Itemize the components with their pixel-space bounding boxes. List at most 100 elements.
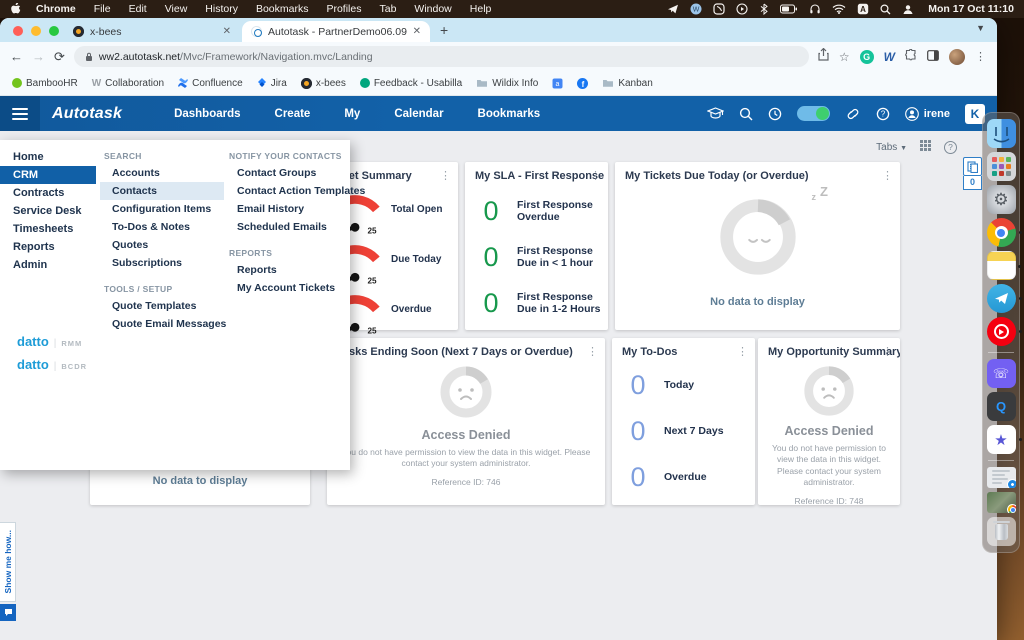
recent-items-clock-icon[interactable]	[768, 107, 782, 121]
tab-search-chevron-icon[interactable]: ▼	[976, 23, 985, 33]
menu-history[interactable]: History	[196, 3, 247, 15]
fast-user-switch-status-icon[interactable]	[902, 4, 914, 15]
menu-item-service-desk[interactable]: Service Desk	[0, 202, 96, 220]
tab-close-icon[interactable]: ✕	[413, 26, 421, 37]
input-source-status-icon[interactable]: A	[857, 3, 869, 15]
bookmark-star-icon[interactable]: ☆	[839, 50, 850, 64]
user-menu[interactable]: irene	[905, 107, 950, 121]
widget-menu-icon[interactable]: ⋮	[882, 345, 893, 358]
bookmark-facebook[interactable]: f	[577, 78, 588, 89]
datto-rmm-link[interactable]: datto | RMM	[17, 334, 87, 349]
dashboard-grid-icon[interactable]	[920, 140, 931, 154]
apple-icon[interactable]	[10, 3, 21, 15]
minimized-window-chrome[interactable]	[987, 492, 1016, 513]
bookmark-collaboration[interactable]: WCollaboration	[92, 78, 164, 89]
bookmark-translate[interactable]: a	[552, 78, 563, 89]
window-minimize-button[interactable]	[31, 26, 41, 36]
menu-bookmarks[interactable]: Bookmarks	[247, 3, 318, 15]
wikipedia-status-icon[interactable]: W	[690, 3, 702, 15]
stat-row[interactable]: 0 Today	[612, 362, 755, 408]
main-menu-hamburger[interactable]	[0, 96, 40, 131]
menu-item-contact-groups[interactable]: Contact Groups	[225, 164, 349, 182]
telegram-dock-icon[interactable]	[987, 284, 1016, 313]
menu-item-home[interactable]: Home	[0, 148, 96, 166]
browser-menu-icon[interactable]: ⋮	[975, 50, 987, 63]
system-settings-dock-icon[interactable]: ⚙	[987, 185, 1016, 214]
menu-item-reports[interactable]: Reports	[0, 238, 96, 256]
menu-item-contacts[interactable]: Contacts	[100, 182, 224, 200]
spotlight-status-icon[interactable]	[880, 4, 891, 15]
search-icon[interactable]	[739, 107, 753, 121]
telegram-status-icon[interactable]	[667, 3, 679, 15]
youtube-music-dock-icon[interactable]	[987, 317, 1016, 346]
menu-item-email-history[interactable]: Email History	[225, 200, 349, 218]
extensions-puzzle-icon[interactable]	[905, 48, 917, 66]
profile-avatar[interactable]	[949, 49, 965, 65]
menubar-clock[interactable]: Mon 17 Oct 11:10	[928, 3, 1014, 15]
menu-item-todos-notes[interactable]: To-Dos & Notes	[100, 218, 224, 236]
window-zoom-button[interactable]	[49, 26, 59, 36]
new-tab-button[interactable]: +	[440, 22, 448, 38]
menu-edit[interactable]: Edit	[120, 3, 156, 15]
minimized-tray[interactable]: 0	[963, 157, 982, 190]
help-icon[interactable]: ?	[876, 107, 890, 121]
menu-item-contracts[interactable]: Contracts	[0, 184, 96, 202]
nav-create[interactable]: Create	[275, 108, 311, 120]
bookmark-folder-wildix-info[interactable]: Wildix Info	[476, 78, 538, 89]
wildix-extension-icon[interactable]: W	[884, 50, 895, 64]
menu-profiles[interactable]: Profiles	[317, 3, 370, 15]
widget-menu-icon[interactable]: ⋮	[882, 169, 893, 182]
menu-item-crm[interactable]: CRM	[0, 166, 96, 184]
headphones-status-icon[interactable]	[809, 3, 821, 15]
address-bar[interactable]: ww2.autotask.net/Mvc/Framework/Navigatio…	[74, 46, 809, 67]
widget-menu-icon[interactable]: ⋮	[587, 345, 598, 358]
stat-row[interactable]: 0 First Response Overdue	[465, 188, 608, 234]
bookmark-usabilla[interactable]: Feedback - Usabilla	[360, 78, 462, 89]
menu-file[interactable]: File	[85, 3, 120, 15]
menu-item-contact-action-templates[interactable]: Contact Action Templates	[225, 182, 349, 200]
bookmark-x-bees[interactable]: x-bees	[301, 78, 346, 89]
share-icon[interactable]	[818, 48, 829, 66]
bluetooth-status-icon[interactable]	[759, 3, 769, 15]
autotask-logo[interactable]: Autotask	[52, 105, 122, 123]
grammarly-extension-icon[interactable]: G	[860, 50, 874, 64]
menu-item-configuration-items[interactable]: Configuration Items	[100, 200, 224, 218]
dashboard-help-icon[interactable]: ?	[944, 141, 957, 154]
dashboard-tabs-dropdown[interactable]: Tabs ▼	[876, 142, 907, 153]
tab-autotask[interactable]: Autotask - PartnerDemo06.09 ✕	[242, 21, 430, 42]
reload-button[interactable]: ⟳	[54, 49, 65, 65]
tray-document-icon[interactable]	[963, 157, 982, 176]
menu-item-accounts[interactable]: Accounts	[100, 164, 224, 182]
menu-item-scheduled-emails[interactable]: Scheduled Emails	[225, 218, 349, 236]
menu-view[interactable]: View	[156, 3, 197, 15]
play-status-icon[interactable]	[736, 3, 748, 15]
menubar-app-name[interactable]: Chrome	[27, 3, 85, 15]
menu-item-quote-email-messages[interactable]: Quote Email Messages	[100, 315, 224, 333]
bookmark-jira[interactable]: Jira	[257, 78, 287, 89]
wifi-status-icon[interactable]	[832, 4, 846, 14]
chrome-dock-icon[interactable]	[987, 218, 1016, 247]
menu-tab[interactable]: Tab	[370, 3, 405, 15]
datto-bcdr-link[interactable]: datto | BCDR	[17, 357, 87, 372]
learning-graduation-cap-icon[interactable]	[707, 107, 724, 120]
link-icon[interactable]	[845, 108, 861, 120]
menu-item-quotes[interactable]: Quotes	[100, 236, 224, 254]
forward-button[interactable]: →	[32, 49, 45, 64]
menu-item-timesheets[interactable]: Timesheets	[0, 220, 96, 238]
widget-menu-icon[interactable]: ⋮	[440, 169, 451, 182]
widget-menu-icon[interactable]: ⋮	[737, 345, 748, 358]
viber-status-icon[interactable]	[713, 3, 725, 15]
stat-row[interactable]: 0 Overdue	[612, 454, 755, 500]
menu-help[interactable]: Help	[461, 3, 501, 15]
viber-dock-icon[interactable]: ☏	[987, 359, 1016, 388]
show-me-how-chat-icon[interactable]	[0, 604, 16, 621]
finder-dock-icon[interactable]	[987, 119, 1016, 148]
show-me-how-tab[interactable]: Show me how...	[0, 522, 16, 602]
tab-close-icon[interactable]: ✕	[223, 26, 231, 37]
nav-dashboards[interactable]: Dashboards	[174, 108, 240, 120]
bookmark-bamboohr[interactable]: BambooHR	[12, 78, 78, 89]
menu-item-my-account-tickets[interactable]: My Account Tickets	[225, 279, 349, 297]
ui-toggle-switch[interactable]	[797, 106, 830, 121]
menu-item-admin[interactable]: Admin	[0, 256, 96, 274]
battery-status-icon[interactable]	[780, 4, 798, 14]
